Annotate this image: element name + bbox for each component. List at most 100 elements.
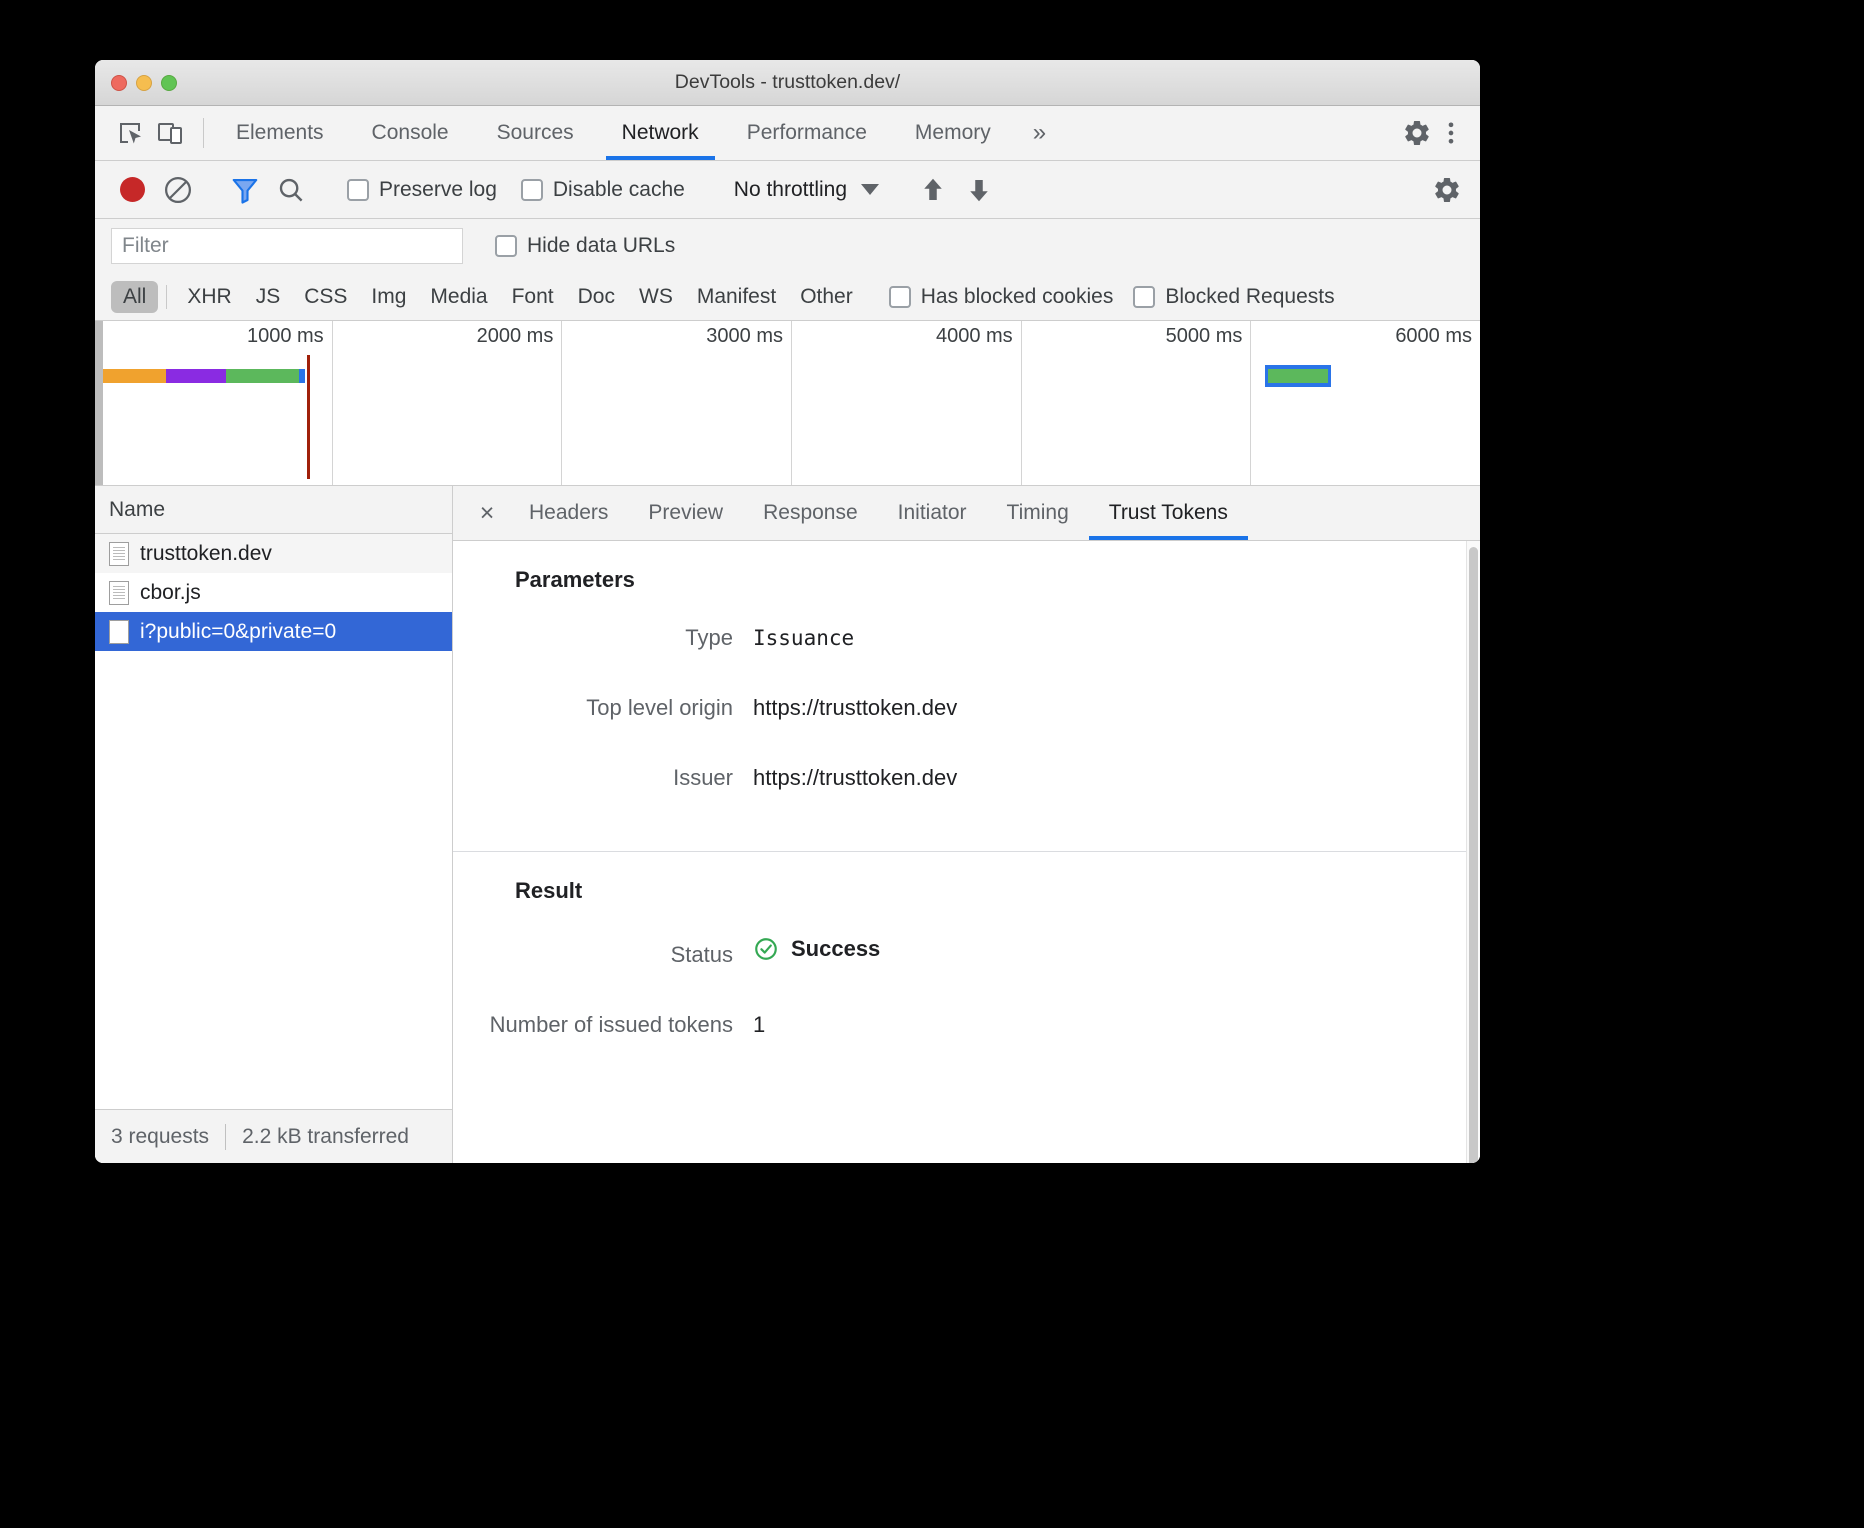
status-divider [225, 1124, 226, 1150]
tab-timing[interactable]: Timing [987, 486, 1089, 540]
type-chip-doc[interactable]: Doc [566, 281, 627, 313]
type-chip-js[interactable]: JS [244, 281, 293, 313]
type-chip-ws[interactable]: WS [627, 281, 685, 313]
minimize-window-button[interactable] [136, 75, 152, 91]
overview-left-handle[interactable] [95, 321, 103, 485]
disable-cache-label: Disable cache [553, 178, 685, 202]
result-row-issued-tokens: Number of issued tokens 1 [453, 990, 1466, 1060]
table-row[interactable]: cbor.js [95, 573, 452, 612]
preserve-log-label: Preserve log [379, 178, 497, 202]
traffic-lights [111, 60, 177, 105]
more-tabs-chevron-icon[interactable]: » [1015, 106, 1064, 160]
parameter-value-top-level-origin: https://trusttoken.dev [753, 695, 957, 721]
close-window-button[interactable] [111, 75, 127, 91]
tab-memory-label: Memory [915, 121, 991, 145]
blocked-requests-checkbox[interactable]: Blocked Requests [1123, 285, 1344, 309]
hide-data-urls-checkbox[interactable]: Hide data URLs [485, 234, 685, 258]
parameter-value-issuer: https://trusttoken.dev [753, 765, 957, 791]
tab-elements[interactable]: Elements [212, 106, 348, 160]
bar-segment-download [299, 369, 305, 383]
overview-tick-3000: 3000 ms [706, 325, 783, 348]
result-value-status: Success [753, 936, 880, 962]
close-detail-button[interactable]: × [465, 486, 509, 540]
preserve-log-checkbox[interactable]: Preserve log [337, 178, 507, 202]
bar-segment-stalled [166, 369, 226, 383]
document-icon [109, 542, 129, 566]
type-chip-xhr[interactable]: XHR [175, 281, 243, 313]
search-button[interactable] [270, 169, 312, 211]
blocked-requests-box [1133, 286, 1155, 308]
type-chip-font[interactable]: Font [500, 281, 566, 313]
tab-response-label: Response [763, 501, 858, 525]
devtools-window: DevTools - trusttoken.dev/ Elements Cons… [95, 60, 1480, 1163]
filter-button[interactable] [224, 169, 266, 211]
type-chip-other[interactable]: Other [788, 281, 865, 313]
tab-performance[interactable]: Performance [723, 106, 891, 160]
result-row-status: Status Success [453, 914, 1466, 990]
record-button[interactable] [111, 169, 153, 211]
chip-divider [166, 285, 167, 309]
chevron-down-icon [861, 184, 879, 195]
tab-headers[interactable]: Headers [509, 486, 628, 540]
table-row[interactable]: trusttoken.dev [95, 534, 452, 573]
tab-console-label: Console [372, 121, 449, 145]
tab-response[interactable]: Response [743, 486, 878, 540]
tab-trust-tokens[interactable]: Trust Tokens [1089, 486, 1248, 540]
zoom-window-button[interactable] [161, 75, 177, 91]
inspect-element-icon[interactable] [113, 116, 147, 150]
tab-sources[interactable]: Sources [473, 106, 598, 160]
import-har-button[interactable] [912, 169, 954, 211]
screen: DevTools - trusttoken.dev/ Elements Cons… [0, 0, 1864, 1528]
detail-scrollbar[interactable] [1466, 541, 1480, 1163]
type-chip-all[interactable]: All [111, 281, 158, 313]
type-chip-img[interactable]: Img [359, 281, 418, 313]
request-count-label: 3 requests [111, 1125, 209, 1149]
throttling-select[interactable]: No throttling [720, 178, 887, 202]
result-title: Result [453, 878, 1466, 904]
table-row[interactable]: i?public=0&private=0 [95, 612, 452, 651]
tab-initiator[interactable]: Initiator [878, 486, 987, 540]
hide-data-urls-label: Hide data URLs [527, 234, 675, 258]
tab-network[interactable]: Network [598, 106, 723, 160]
type-chip-css[interactable]: CSS [292, 281, 359, 313]
window-titlebar: DevTools - trusttoken.dev/ [95, 60, 1480, 106]
export-har-button[interactable] [958, 169, 1000, 211]
clear-button[interactable] [157, 169, 199, 211]
device-toolbar-icon[interactable] [153, 116, 187, 150]
overview-tick-6000: 6000 ms [1395, 325, 1472, 348]
overview-tick-5000: 5000 ms [1166, 325, 1243, 348]
settings-gear-icon-network [1432, 175, 1462, 205]
detail-scrollbar-thumb[interactable] [1469, 547, 1478, 1163]
type-chip-manifest[interactable]: Manifest [685, 281, 788, 313]
request-name-label: trusttoken.dev [140, 542, 272, 566]
tab-memory[interactable]: Memory [891, 106, 1015, 160]
filter-input[interactable] [111, 228, 463, 264]
request-column-header[interactable]: Name [95, 486, 452, 534]
tab-preview[interactable]: Preview [628, 486, 743, 540]
network-status-bar: 3 requests 2.2 kB transferred [95, 1109, 452, 1163]
request-list-panel: Name trusttoken.dev cbor.js i?public=0&p… [95, 486, 453, 1163]
network-settings-button[interactable] [1426, 169, 1468, 211]
panel-left-icons [105, 106, 195, 160]
tab-sources-label: Sources [497, 121, 574, 145]
detail-tab-strip: × Headers Preview Response Initiator Tim… [453, 486, 1480, 541]
tab-console[interactable]: Console [348, 106, 473, 160]
bar-segment-queueing [103, 369, 166, 383]
document-icon [109, 581, 129, 605]
overview-column-3: 3000 ms [562, 321, 792, 485]
type-chip-media[interactable]: Media [418, 281, 499, 313]
parameter-row-type: Type Issuance [453, 603, 1466, 673]
disable-cache-checkbox[interactable]: Disable cache [511, 178, 695, 202]
throttling-value: No throttling [734, 178, 847, 202]
has-blocked-cookies-checkbox[interactable]: Has blocked cookies [879, 285, 1124, 309]
network-overview[interactable]: 1000 ms 2000 ms 3000 ms 4000 ms 5000 ms [95, 321, 1480, 486]
overview-column-2: 2000 ms [333, 321, 563, 485]
hide-data-urls-box [495, 235, 517, 257]
panel-tabs: Elements Console Sources Network Perform… [212, 106, 1064, 160]
panel-right-icons [1383, 106, 1480, 160]
settings-gear-icon[interactable] [1400, 116, 1434, 150]
result-section: Result Status Success [453, 851, 1466, 1060]
parameters-section: Parameters Type Issuance Top level origi… [453, 541, 1466, 839]
preserve-log-box [347, 179, 369, 201]
more-options-icon[interactable] [1434, 116, 1468, 150]
